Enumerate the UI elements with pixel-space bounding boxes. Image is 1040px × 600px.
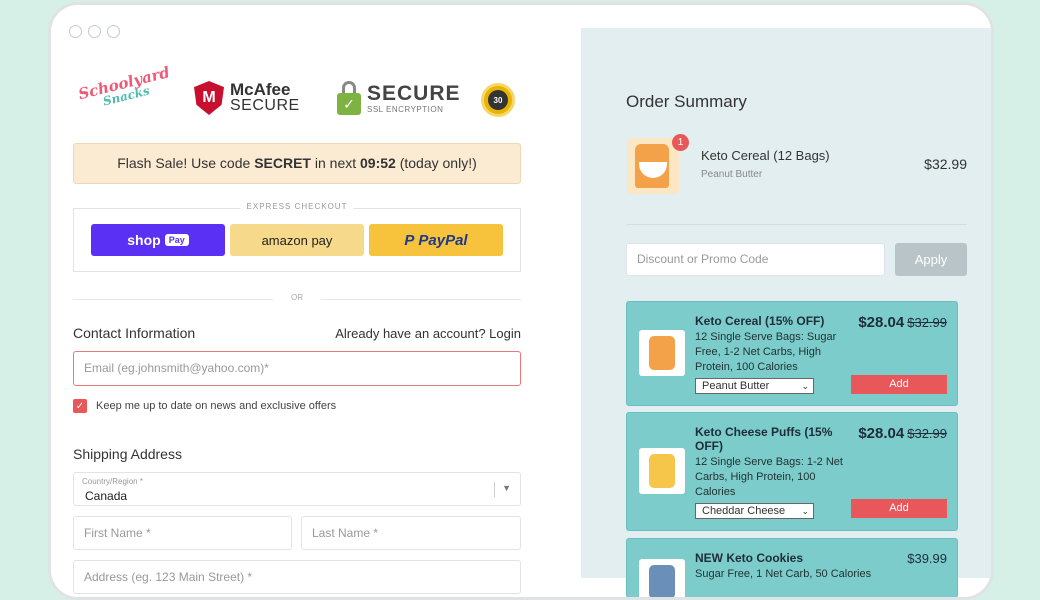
- shipping-address-heading: Shipping Address: [73, 446, 182, 462]
- ssl-secure-logo: ✓ SECURE SSL ENCRYPTION: [337, 81, 461, 115]
- trust-logos: Schoolyard Snacks M McAfee SECURE ✓ SECU…: [77, 63, 519, 125]
- cart-item-quantity-badge: 1: [672, 134, 689, 151]
- chevron-down-icon: ⌄: [801, 506, 809, 516]
- flash-sale-banner: Flash Sale! Use code SECRET in next 09:5…: [73, 143, 521, 184]
- newsletter-checkbox-row[interactable]: ✓ Keep me up to date on news and exclusi…: [73, 399, 336, 413]
- email-input[interactable]: Email (eg.johnsmith@yahoo.com)*: [73, 351, 521, 386]
- express-checkout-label: EXPRESS CHECKOUT: [240, 202, 354, 211]
- country-value: Canada: [85, 489, 128, 503]
- upsell-price: $28.04 $32.99: [858, 314, 947, 331]
- upsell-flavor-select[interactable]: Peanut Butter ⌄: [695, 378, 814, 394]
- mcafee-secure-logo: M McAfee SECURE: [194, 81, 300, 115]
- chevron-down-icon: ⌄: [801, 381, 809, 391]
- promo-code: SECRET: [254, 155, 311, 171]
- address-input[interactable]: Address (eg. 123 Main Street) *: [73, 560, 521, 594]
- newsletter-checkbox[interactable]: ✓: [73, 399, 87, 413]
- upsell-description: Sugar Free, 1 Net Carb, 50 Calories: [695, 568, 872, 580]
- newsletter-label: Keep me up to date on news and exclusive…: [96, 400, 337, 412]
- paypal-p-icon: P: [404, 231, 415, 249]
- browser-window: Schoolyard Snacks M McAfee SECURE ✓ SECU…: [48, 2, 994, 600]
- cart-item-name: Keto Cereal (12 Bags): [701, 148, 830, 163]
- upsell-flavor-select[interactable]: Cheddar Cheese ⌄: [695, 503, 814, 519]
- or-divider: OR: [73, 293, 521, 305]
- upsell-price: $28.04 $32.99: [858, 425, 947, 442]
- chevron-down-icon: ▼: [502, 483, 511, 493]
- summary-divider: [627, 224, 967, 225]
- upsell-description: 12 Single Serve Bags: 1-2 Net Carbs, Hig…: [695, 456, 843, 498]
- upsell-name: Keto Cheese Puffs (15% OFF): [695, 425, 833, 453]
- upsell-card: NEW Keto Cookies Sugar Free, 1 Net Carb,…: [626, 538, 958, 597]
- country-select[interactable]: Country/Region * Canada ▼: [73, 472, 521, 506]
- mcafee-shield-icon: M: [194, 81, 224, 115]
- upsell-old-price: $32.99: [907, 426, 947, 441]
- add-button[interactable]: Add: [851, 499, 947, 518]
- apply-button[interactable]: Apply: [895, 243, 967, 276]
- express-checkout-box: EXPRESS CHECKOUT shop Pay amazon pay P Pay…: [73, 202, 521, 272]
- schoolyard-snacks-logo: Schoolyard Snacks: [76, 63, 172, 109]
- cart-item-variant: Peanut Butter: [701, 169, 763, 180]
- first-name-input[interactable]: First Name *: [73, 516, 292, 550]
- add-button[interactable]: Add: [851, 375, 947, 394]
- upsell-description: 12 Single Serve Bags: Sugar Free, 1-2 Ne…: [695, 331, 837, 373]
- countdown-timer: 09:52: [360, 155, 396, 171]
- promo-code-input[interactable]: Discount or Promo Code: [626, 243, 885, 276]
- checkout-form-panel: Schoolyard Snacks M McAfee SECURE ✓ SECU…: [51, 5, 581, 597]
- upsell-price: $39.99: [907, 551, 947, 566]
- contact-information-heading: Contact Information: [73, 325, 196, 341]
- shop-pay-button[interactable]: shop Pay: [91, 224, 225, 256]
- upsell-product-image: [639, 559, 685, 597]
- last-name-input[interactable]: Last Name *: [301, 516, 521, 550]
- upsell-name: Keto Cereal (15% OFF): [695, 314, 825, 328]
- order-summary-panel: Order Summary 1 Keto Cereal (12 Bags) Pe…: [581, 28, 991, 597]
- lock-icon: ✓: [337, 81, 361, 115]
- upsell-old-price: $32.99: [907, 315, 947, 330]
- cart-item-price: $32.99: [924, 156, 967, 172]
- country-label: Country/Region *: [82, 477, 143, 486]
- login-link[interactable]: Already have an account? Login: [335, 326, 521, 341]
- upsell-card: Keto Cheese Puffs (15% OFF) 12 Single Se…: [626, 412, 958, 531]
- guarantee-badge-icon: 30: [481, 83, 515, 117]
- upsell-product-image: [639, 330, 685, 376]
- upsell-name: NEW Keto Cookies: [695, 551, 804, 565]
- order-summary-heading: Order Summary: [626, 92, 747, 111]
- upsell-card: Keto Cereal (15% OFF) 12 Single Serve Ba…: [626, 301, 958, 406]
- upsell-product-image: [639, 448, 685, 494]
- amazon-pay-button[interactable]: amazon pay: [230, 224, 364, 256]
- paypal-button[interactable]: P PayPal: [369, 224, 503, 256]
- cart-item-image: [627, 138, 679, 194]
